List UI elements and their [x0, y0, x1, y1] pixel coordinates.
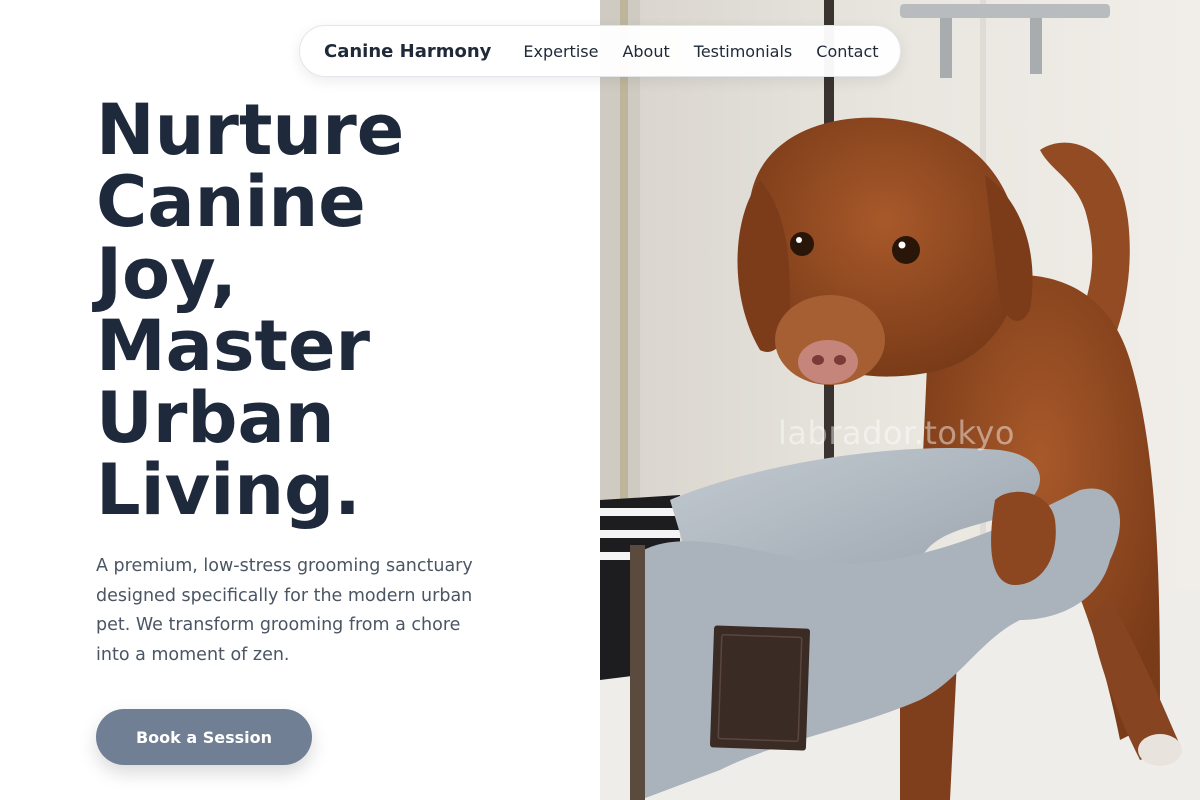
brand-logo-text[interactable]: Canine Harmony [324, 41, 491, 62]
nav-link-contact[interactable]: Contact [816, 42, 878, 61]
headline-line: Canine [96, 161, 366, 243]
headline-line: Nurture [96, 89, 405, 171]
book-session-button[interactable]: Book a Session [96, 709, 312, 765]
headline-line: Joy, [96, 233, 237, 315]
nav-link-about[interactable]: About [622, 42, 669, 61]
dog-grooming-illustration [600, 0, 1200, 800]
headline-line: Urban [96, 377, 335, 459]
hero-lead-paragraph: A premium, low-stress grooming sanctuary… [96, 556, 473, 665]
top-navigation: Canine Harmony Expertise About Testimoni… [299, 25, 901, 77]
image-watermark: labrador.tokyo [778, 414, 1015, 452]
hero-headline: Nurture Canine Joy, Master Urban Living. [96, 94, 516, 526]
nav-link-expertise[interactable]: Expertise [523, 42, 598, 61]
headline-line: Master [96, 305, 371, 387]
nav-link-testimonials[interactable]: Testimonials [694, 42, 793, 61]
headline-line: Living. [96, 449, 361, 531]
hero-photo: labrador.tokyo [600, 0, 1200, 800]
